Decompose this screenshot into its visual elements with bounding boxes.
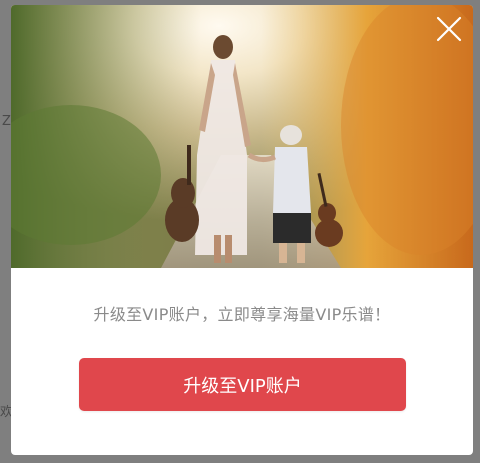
- close-button[interactable]: [433, 13, 465, 45]
- promo-tagline: 升级至VIP账户，立即尊享海量VIP乐谱！: [93, 305, 391, 324]
- background-page-text: Z: [2, 114, 11, 129]
- close-icon: [436, 16, 462, 42]
- hero-image: [11, 5, 473, 268]
- upgrade-vip-button[interactable]: 升级至VIP账户: [79, 358, 406, 411]
- vip-upgrade-dialog: 升级至VIP账户，立即尊享海量VIP乐谱！ 升级至VIP账户: [11, 5, 473, 455]
